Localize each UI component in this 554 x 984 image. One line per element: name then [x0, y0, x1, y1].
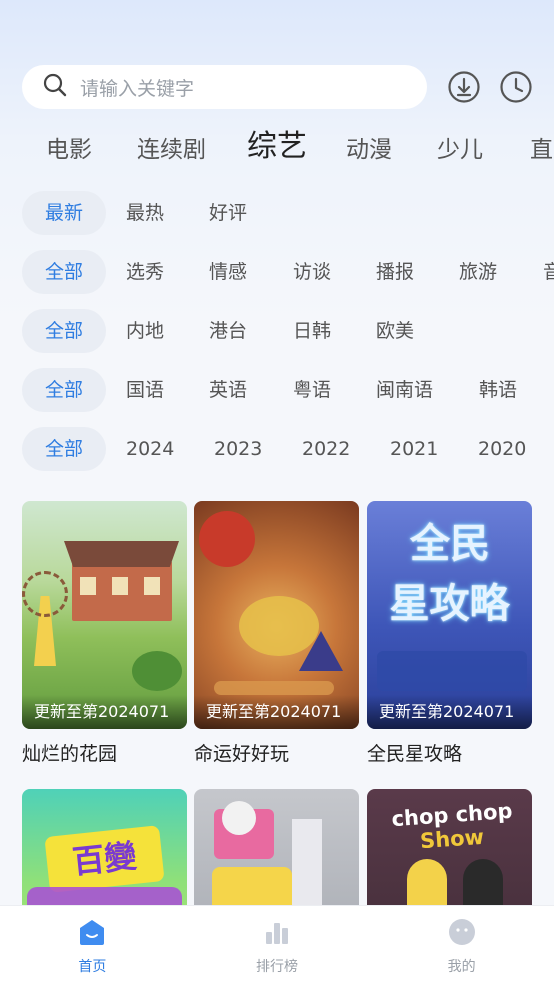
filter-region-item[interactable]: 欧美	[376, 309, 414, 353]
update-badge: 更新至第2024071	[367, 695, 532, 729]
nav-profile[interactable]: 我的	[369, 906, 554, 984]
filter-type-item[interactable]: 情感	[209, 250, 247, 294]
show-poster[interactable]: 更新至第2024071	[194, 501, 359, 729]
search-placeholder: 请输入关键字	[80, 77, 195, 100]
tab-live[interactable]: 直	[530, 130, 553, 170]
tab-movie[interactable]: 电影	[46, 130, 92, 170]
filter-type-item[interactable]: 音	[543, 250, 554, 294]
filter-sort-row: 最新 最热 好评	[0, 191, 554, 235]
filter-region-all[interactable]: 全部	[22, 309, 106, 353]
filter-language-item[interactable]: 闽南语	[376, 368, 433, 412]
show-poster[interactable]: 全民 星攻略 更新至第2024071	[367, 501, 532, 729]
home-icon	[78, 918, 106, 950]
filter-year-item[interactable]: 2024	[126, 427, 174, 471]
search-icon	[42, 72, 68, 102]
show-title: 全民星攻略	[367, 743, 463, 765]
tab-tv-series[interactable]: 连续剧	[137, 130, 206, 170]
filter-year-row: 全部 2024 2023 2022 2021 2020	[0, 427, 554, 471]
category-tabs: 电影 连续剧 综艺 动漫 少儿 直	[0, 130, 554, 174]
filter-type-item[interactable]: 选秀	[126, 250, 164, 294]
filter-language-row: 全部 国语 英语 粤语 闽南语 韩语	[0, 368, 554, 412]
filter-type-item[interactable]: 旅游	[459, 250, 497, 294]
bottom-navigation: 首页 排行榜 我的	[0, 905, 554, 984]
filter-year-item[interactable]: 2022	[302, 427, 350, 471]
poster-logo-line1: 全民	[410, 521, 490, 567]
show-card[interactable]: 更新至第2024071 命运好好玩	[194, 501, 359, 766]
filter-year-item[interactable]: 2021	[390, 427, 438, 471]
filter-language-item[interactable]: 粤语	[293, 368, 331, 412]
filter-type-row: 全部 选秀 情感 访谈 播报 旅游 音	[0, 250, 554, 294]
filter-sort-rating[interactable]: 好评	[209, 191, 247, 235]
filter-language-item[interactable]: 国语	[126, 368, 164, 412]
filter-region-item[interactable]: 日韩	[293, 309, 331, 353]
filter-year-item[interactable]: 2020	[478, 427, 526, 471]
filter-sort-hot[interactable]: 最热	[126, 191, 164, 235]
nav-home[interactable]: 首页	[0, 906, 185, 984]
show-poster[interactable]: 更新至第2024071	[22, 501, 187, 729]
tab-anime[interactable]: 动漫	[346, 130, 392, 170]
filter-type-all[interactable]: 全部	[22, 250, 106, 294]
filter-year-item[interactable]: 2023	[214, 427, 262, 471]
show-title: 命运好好玩	[194, 743, 290, 765]
search-input[interactable]: 请输入关键字	[22, 65, 427, 109]
filter-language-item[interactable]: 英语	[209, 368, 247, 412]
filter-region-item[interactable]: 内地	[126, 309, 164, 353]
filter-sort-latest[interactable]: 最新	[22, 191, 106, 235]
filter-type-item[interactable]: 播报	[376, 250, 414, 294]
filter-region-row: 全部 内地 港台 日韩 欧美	[0, 309, 554, 353]
poster-logo-line2: 星攻略	[389, 581, 510, 627]
filter-language-all[interactable]: 全部	[22, 368, 106, 412]
history-icon[interactable]	[498, 65, 534, 109]
update-badge: 更新至第2024071	[194, 695, 359, 729]
show-card[interactable]: 更新至第2024071 灿烂的花园	[22, 501, 187, 766]
show-title: 灿烂的花园	[22, 743, 118, 765]
update-badge: 更新至第2024071	[22, 695, 187, 729]
nav-ranking[interactable]: 排行榜	[185, 906, 370, 984]
nav-home-label: 首页	[78, 959, 107, 975]
filter-language-item[interactable]: 韩语	[479, 368, 517, 412]
nav-ranking-label: 排行榜	[256, 959, 298, 975]
profile-icon	[448, 918, 476, 950]
tab-variety[interactable]: 综艺	[247, 130, 307, 167]
filter-year-all[interactable]: 全部	[22, 427, 106, 471]
poster-logo: 百變	[70, 836, 139, 882]
ranking-icon	[263, 918, 291, 950]
search-row: 请输入关键字	[22, 65, 536, 109]
download-icon[interactable]	[446, 65, 482, 109]
filter-type-item[interactable]: 访谈	[293, 250, 331, 294]
filter-region-item[interactable]: 港台	[209, 309, 247, 353]
tab-kids[interactable]: 少儿	[437, 130, 483, 170]
nav-profile-label: 我的	[447, 959, 476, 975]
show-card[interactable]: 全民 星攻略 更新至第2024071 全民星攻略	[367, 501, 532, 766]
